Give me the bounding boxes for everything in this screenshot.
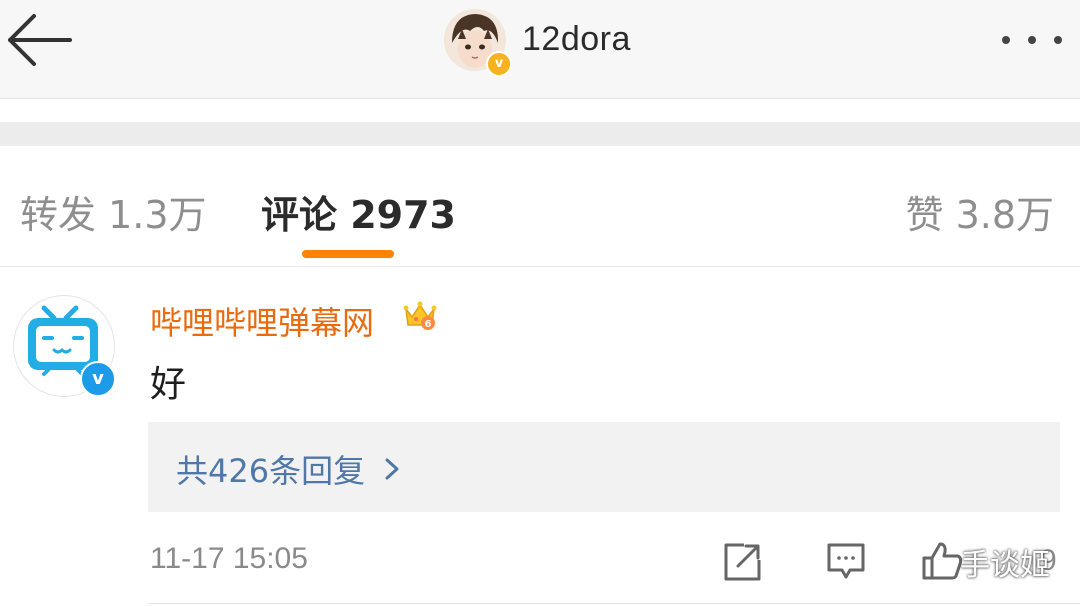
crown-icon: 6 [403, 301, 437, 330]
top-nav-bar: v 12dora [0, 0, 1080, 99]
share-icon[interactable] [722, 542, 762, 582]
tabs-divider [0, 266, 1080, 267]
comment-text: 好 [150, 364, 187, 405]
watermark-text: 手谈姬 [960, 548, 1050, 583]
reply-icon[interactable] [826, 542, 866, 580]
verified-badge-icon: v [486, 51, 512, 77]
like-icon[interactable] [920, 540, 964, 580]
section-divider [0, 122, 1080, 146]
back-arrow-icon [8, 14, 72, 66]
more-options-button[interactable] [996, 24, 1068, 56]
comment-timestamp: 11-17 15:05 [150, 542, 308, 575]
comment-author-name[interactable]: 哔哩哔哩弹幕网 [150, 298, 374, 344]
verified-badge-icon: v [80, 361, 116, 397]
profile-username[interactable]: 12dora [522, 20, 631, 59]
back-button[interactable] [4, 10, 76, 70]
replies-count-link[interactable]: 共426条回复 [176, 446, 365, 492]
weibo-comment-page: v 12dora 转发 1.3万 评论 2973 赞 3.8万 v 哔哩哔哩弹幕… [0, 0, 1080, 606]
tab-reposts[interactable]: 转发 1.3万 [20, 184, 207, 239]
tab-comments[interactable]: 评论 2973 [261, 184, 456, 239]
active-tab-indicator [302, 250, 394, 258]
comment-divider [148, 603, 1080, 604]
chevron-right-icon [385, 458, 399, 480]
tab-likes[interactable]: 赞 3.8万 [905, 184, 1054, 239]
more-dots-icon [1002, 36, 1062, 44]
replies-box[interactable]: 共426条回复 [148, 422, 1060, 512]
crown-level: 6 [425, 319, 432, 330]
